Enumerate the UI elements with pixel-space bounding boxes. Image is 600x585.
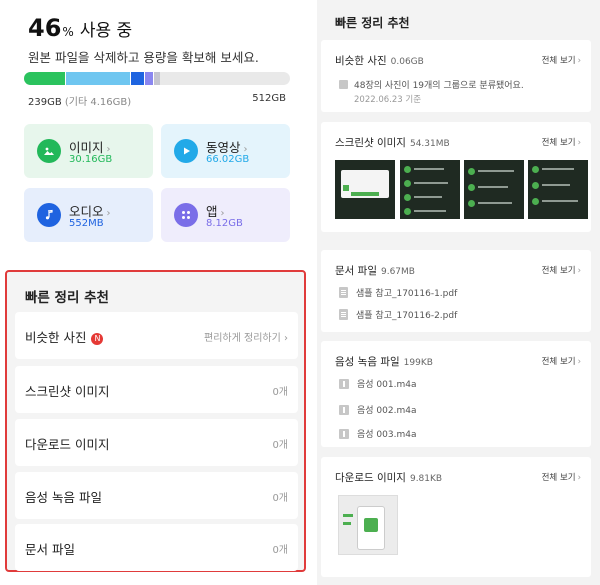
- quick-clean-row-screenshots[interactable]: 스크린샷 이미지 0개: [15, 366, 298, 413]
- quick-clean-detail-panel: 빠른 정리 추천 비슷한 사진 0.06GB 전체 보기 › 48장의 사진이 19…: [317, 0, 600, 585]
- usage-bar-segment: [152, 72, 160, 85]
- row-value: 0개: [272, 545, 288, 556]
- screenshot-thumbnail[interactable]: [464, 160, 524, 219]
- quick-clean-row-voice[interactable]: 음성 녹음 파일 0개: [15, 472, 298, 519]
- category-size: 552MB: [69, 218, 104, 229]
- usage-bar-segment: [143, 72, 153, 85]
- category-size: 8.12GB: [206, 218, 243, 229]
- chevron-right-icon: ›: [284, 333, 288, 344]
- view-all-link[interactable]: 전체 보기 ›: [542, 264, 581, 276]
- play-icon: [174, 139, 198, 163]
- row-value: 0개: [272, 493, 288, 504]
- used-amount: 239GB: [28, 97, 62, 108]
- document-icon: [339, 309, 348, 320]
- usage-bar-segment: [130, 72, 144, 85]
- image-icon: [37, 139, 61, 163]
- card-size: 9.81KB: [409, 474, 443, 484]
- detail-panel-title: 빠른 정리 추천: [335, 16, 410, 30]
- voice-recordings-card[interactable]: 음성 녹음 파일 199KB 전체 보기 › 음성 001.m4a 음성 002.m…: [321, 341, 591, 447]
- quick-clean-row-similar[interactable]: 비슷한 사진 N 편리하게 정리하기 ›: [15, 312, 298, 359]
- row-label: 문서 파일: [25, 542, 75, 557]
- quick-clean-row-documents[interactable]: 문서 파일 0개: [15, 524, 298, 571]
- quick-clean-card: 빠른 정리 추천 비슷한 사진 N 편리하게 정리하기 › 스크린샷 이미지 0개…: [5, 270, 306, 572]
- row-label: 다운로드 이미지: [25, 437, 110, 452]
- usage-label: 사용 중: [79, 21, 133, 41]
- audio-file-icon: [339, 404, 349, 415]
- similar-date: 2022.06.23 기준: [354, 95, 422, 105]
- card-size: 199KB: [403, 358, 433, 368]
- category-name: 오디오: [69, 204, 104, 219]
- storage-bar-labels: 239GB (기타 4.16GB) 512GB: [28, 93, 286, 108]
- row-value: 0개: [272, 387, 288, 398]
- document-icon: [339, 287, 348, 298]
- card-title: 음성 녹음 파일: [335, 356, 400, 368]
- row-label: 음성 녹음 파일: [25, 490, 102, 505]
- usage-percent: 46: [28, 14, 62, 42]
- card-title: 스크린샷 이미지: [335, 137, 406, 149]
- card-title: 비슷한 사진: [335, 55, 387, 67]
- screenshot-thumbnail[interactable]: [335, 160, 395, 219]
- category-size: 66.02GB: [206, 154, 250, 165]
- apps-icon: [174, 203, 198, 227]
- music-icon: [37, 203, 61, 227]
- audio-file-item[interactable]: 음성 001.m4a: [339, 377, 416, 390]
- usage-bar-segment: [24, 72, 66, 85]
- screenshot-thumbnail[interactable]: [528, 160, 588, 219]
- category-name: 이미지: [69, 140, 104, 155]
- photo-group-icon: [339, 80, 348, 89]
- category-name: 앱: [206, 204, 218, 219]
- usage-percent-unit: %: [62, 25, 74, 39]
- other-amount: (기타 4.16GB): [64, 97, 132, 108]
- category-size: 30.16GB: [69, 154, 113, 165]
- card-title: 다운로드 이미지: [335, 472, 406, 484]
- row-label: 비슷한 사진: [25, 330, 87, 345]
- view-all-link[interactable]: 전체 보기 ›: [542, 355, 581, 367]
- view-all-link[interactable]: 전체 보기 ›: [542, 471, 581, 483]
- new-badge: N: [91, 333, 104, 345]
- storage-panel: 46% 사용 중 원본 파일을 삭제하고 용량을 확보해 보세요. 239GB (…: [0, 0, 308, 585]
- audio-file-item[interactable]: 음성 002.m4a: [339, 403, 416, 416]
- similar-photos-card[interactable]: 비슷한 사진 0.06GB 전체 보기 › 48장의 사진이 19개의 그룹으로 분…: [321, 40, 591, 112]
- card-size: 54.31MB: [409, 139, 450, 149]
- chevron-right-icon: ›: [577, 473, 581, 483]
- view-all-link[interactable]: 전체 보기 ›: [542, 54, 581, 66]
- quick-clean-title: 빠른 정리 추천: [25, 290, 109, 306]
- audio-file-icon: [339, 428, 349, 439]
- category-images[interactable]: 이미지 › 30.16GB: [24, 124, 153, 178]
- audio-file-icon: [339, 378, 349, 389]
- chevron-right-icon: ›: [106, 208, 111, 219]
- chevron-right-icon: ›: [577, 56, 581, 66]
- usage-subtitle: 원본 파일을 삭제하고 용량을 확보해 보세요.: [28, 50, 259, 65]
- download-images-card[interactable]: 다운로드 이미지 9.81KB 전체 보기 ›: [321, 457, 591, 577]
- audio-file-item[interactable]: 음성 003.m4a: [339, 427, 416, 440]
- card-size: 0.06GB: [390, 57, 424, 67]
- total-amount: 512GB: [252, 93, 286, 104]
- chevron-right-icon: ›: [577, 266, 581, 276]
- storage-usage-bar: [24, 72, 290, 85]
- card-title: 문서 파일: [335, 265, 377, 277]
- card-size: 9.67MB: [380, 267, 415, 277]
- documents-card[interactable]: 문서 파일 9.67MB 전체 보기 › 샘플 참고_170116-1.pdf 샘플…: [321, 250, 591, 332]
- screenshot-thumbnail[interactable]: [400, 160, 460, 219]
- usage-heading: 46% 사용 중: [28, 14, 132, 42]
- row-value: 편리하게 정리하기: [204, 333, 281, 344]
- row-label: 스크린샷 이미지: [25, 384, 110, 399]
- quick-clean-row-downloads[interactable]: 다운로드 이미지 0개: [15, 419, 298, 466]
- usage-bar-segment: [65, 72, 131, 85]
- screenshots-card[interactable]: 스크린샷 이미지 54.31MB 전체 보기 ›: [321, 122, 591, 232]
- view-all-link[interactable]: 전체 보기 ›: [542, 136, 581, 148]
- category-name: 동영상: [206, 140, 241, 155]
- category-audio[interactable]: 오디오 › 552MB: [24, 188, 153, 242]
- document-file-item[interactable]: 샘플 참고_170116-1.pdf: [339, 286, 457, 299]
- similar-description: 48장의 사진이 19개의 그룹으로 분류됐어요.: [354, 81, 524, 91]
- document-file-item[interactable]: 샘플 참고_170116-2.pdf: [339, 308, 457, 321]
- category-apps[interactable]: 앱 › 8.12GB: [161, 188, 290, 242]
- chevron-right-icon: ›: [577, 357, 581, 367]
- row-value: 0개: [272, 440, 288, 451]
- category-videos[interactable]: 동영상 › 66.02GB: [161, 124, 290, 178]
- chevron-right-icon: ›: [577, 138, 581, 148]
- download-image-thumbnail[interactable]: [338, 495, 398, 555]
